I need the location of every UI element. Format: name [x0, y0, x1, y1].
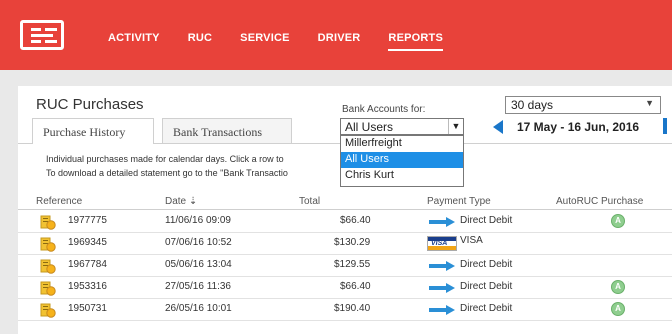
- receipt-coin-icon: [40, 281, 56, 296]
- purchase-date: 07/06/16 10:52: [165, 237, 232, 248]
- date-range: 17 May - 16 Jun, 2016: [517, 120, 640, 134]
- reference-number: 1977775: [68, 215, 107, 226]
- payment-type: Direct Debit: [460, 259, 513, 270]
- reference-number: 1969345: [68, 237, 107, 248]
- page-title: RUC Purchases: [36, 96, 144, 113]
- reference-number: 1953316: [68, 281, 107, 292]
- nav-ruc[interactable]: RUC: [188, 32, 212, 51]
- receipt-coin-icon: [40, 215, 56, 230]
- purchase-date: 27/05/16 11:36: [165, 281, 231, 292]
- column-reference[interactable]: Reference: [36, 196, 82, 207]
- purchase-total: $130.29: [334, 237, 371, 248]
- arrow-left-icon[interactable]: [493, 120, 503, 134]
- dropdown-option-millerfreight[interactable]: Millerfreight: [341, 136, 463, 152]
- purchase-date: 05/06/16 13:04: [165, 259, 232, 270]
- reference-number: 1967784: [68, 259, 107, 270]
- arrow-right-icon: [429, 305, 455, 315]
- nav-reports[interactable]: REPORTS: [388, 32, 443, 51]
- receipt-coin-icon: [40, 303, 56, 318]
- purchase-total: $129.55: [334, 259, 371, 270]
- column-autoruc-purchase[interactable]: AutoRUC Purchase: [556, 196, 643, 207]
- column-date[interactable]: Date ⇣: [165, 196, 197, 207]
- dropdown-option-all-users[interactable]: All Users: [341, 152, 463, 168]
- main-nav: ACTIVITY RUC SERVICE DRIVER REPORTS: [108, 32, 471, 51]
- column-total[interactable]: Total: [299, 196, 320, 207]
- purchase-total: $66.40: [340, 281, 371, 292]
- visa-card-icon: VISA: [427, 236, 457, 251]
- period-select[interactable]: 30 days ▼: [505, 96, 661, 114]
- info-text-line-1: Individual purchases made for calendar d…: [46, 154, 284, 164]
- receipt-coin-icon: [40, 237, 56, 252]
- receipt-coin-icon: [40, 259, 56, 274]
- arrow-right-icon: [429, 283, 455, 293]
- auto-ruc-icon: A: [611, 280, 625, 294]
- bank-accounts-value: All Users: [345, 120, 394, 134]
- table-row[interactable]: 1977775 11/06/16 09:09 $66.40 Direct Deb…: [18, 211, 672, 233]
- dropdown-option-chris-kurt[interactable]: Chris Kurt: [341, 168, 463, 184]
- purchase-date: 11/06/16 09:09: [165, 215, 231, 226]
- table-header: Reference Date ⇣ Total Payment Type Auto…: [18, 196, 672, 210]
- arrow-right-icon: [429, 261, 455, 271]
- column-payment-type[interactable]: Payment Type: [427, 196, 491, 207]
- top-navigation-bar: ACTIVITY RUC SERVICE DRIVER REPORTS: [0, 0, 672, 70]
- table-row[interactable]: 1953316 27/05/16 11:36 $66.40 Direct Deb…: [18, 277, 672, 299]
- reference-number: 1950731: [68, 303, 107, 314]
- purchase-total: $66.40: [340, 215, 371, 226]
- period-value: 30 days: [511, 98, 554, 112]
- payment-type: Direct Debit: [460, 281, 513, 292]
- chevron-down-icon[interactable]: ▼: [448, 119, 463, 134]
- arrow-right-icon: [429, 217, 455, 227]
- bank-accounts-label: Bank Accounts for:: [342, 104, 426, 115]
- purchase-date: 26/05/16 10:01: [165, 303, 232, 314]
- nav-service[interactable]: SERVICE: [240, 32, 290, 51]
- payment-type: VISA: [460, 235, 483, 246]
- table-row[interactable]: 1950731 26/05/16 10:01 $190.40 Direct De…: [18, 299, 672, 321]
- tab-bank-transactions[interactable]: Bank Transactions: [162, 118, 292, 144]
- logo-icon[interactable]: [20, 20, 64, 50]
- purchase-total: $190.40: [334, 303, 371, 314]
- auto-ruc-icon: A: [611, 302, 625, 316]
- nav-activity[interactable]: ACTIVITY: [108, 32, 160, 51]
- table-row[interactable]: 1967784 05/06/16 13:04 $129.55 Direct De…: [18, 255, 672, 277]
- nav-driver[interactable]: DRIVER: [318, 32, 361, 51]
- bank-accounts-select[interactable]: All Users ▼: [340, 118, 464, 135]
- chevron-down-icon[interactable]: ▼: [645, 98, 654, 108]
- payment-type: Direct Debit: [460, 215, 513, 226]
- arrow-right-icon[interactable]: [663, 118, 667, 134]
- payment-type: Direct Debit: [460, 303, 513, 314]
- auto-ruc-icon: A: [611, 214, 625, 228]
- bank-accounts-dropdown: Millerfreight All Users Chris Kurt: [340, 135, 464, 187]
- info-text-line-2: To download a detailed statement go to t…: [46, 168, 288, 178]
- tab-purchase-history[interactable]: Purchase History: [32, 118, 154, 144]
- table-row[interactable]: 1969345 07/06/16 10:52 $130.29 VISA VISA: [18, 233, 672, 255]
